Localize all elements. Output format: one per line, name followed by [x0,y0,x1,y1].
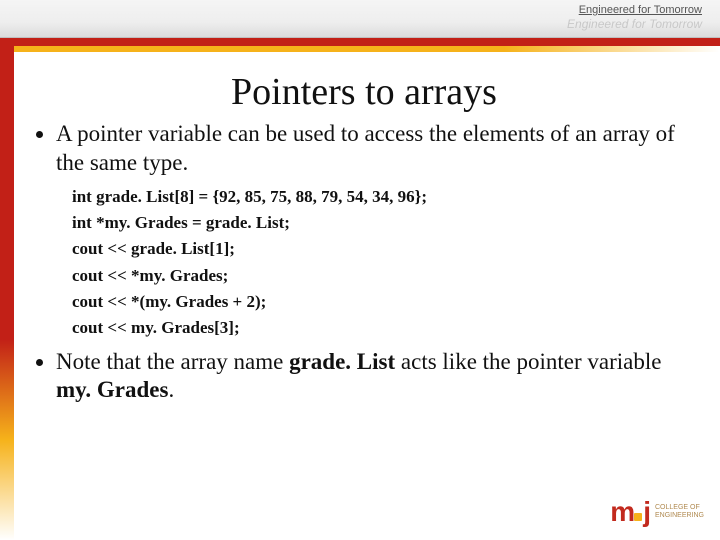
header-tagline-faded: Engineered for Tomorrow [567,17,702,31]
code-line: cout << *my. Grades; [72,263,700,289]
slide-title: Pointers to arrays [28,70,700,114]
footer-logo: mj COLLEGE OF ENGINEERING [610,496,704,528]
bullet-item: Note that the array name grade. List act… [56,348,700,406]
logo-icon: mj [610,496,649,528]
text-span: . [168,377,174,402]
code-line: cout << *(my. Grades + 2); [72,289,700,315]
bullet-list: Note that the array name grade. List act… [28,348,700,406]
bullet-list: A pointer variable can be used to access… [28,120,700,178]
bold-text: my. Grades [56,377,168,402]
logo-text-line: ENGINEERING [655,512,704,520]
accent-stripe [0,38,720,56]
logo-text-line: COLLEGE OF [655,504,704,512]
header-tagline: Engineered for Tomorrow [579,4,702,16]
code-line: int grade. List[8] = {92, 85, 75, 88, 79… [72,184,700,210]
code-block: int grade. List[8] = {92, 85, 75, 88, 79… [72,184,700,342]
header-bar: Engineered for Tomorrow Engineered for T… [0,0,720,38]
code-line: int *my. Grades = grade. List; [72,210,700,236]
code-line: cout << grade. List[1]; [72,236,700,262]
logo-text: COLLEGE OF ENGINEERING [655,504,704,519]
bullet-item: A pointer variable can be used to access… [56,120,700,178]
text-span: Note that the array name [56,349,289,374]
side-accent [0,38,14,540]
bold-text: grade. List [289,349,395,374]
text-span: acts like the pointer variable [395,349,661,374]
code-line: cout << my. Grades[3]; [72,315,700,341]
slide-content: Pointers to arrays A pointer variable ca… [28,70,700,409]
